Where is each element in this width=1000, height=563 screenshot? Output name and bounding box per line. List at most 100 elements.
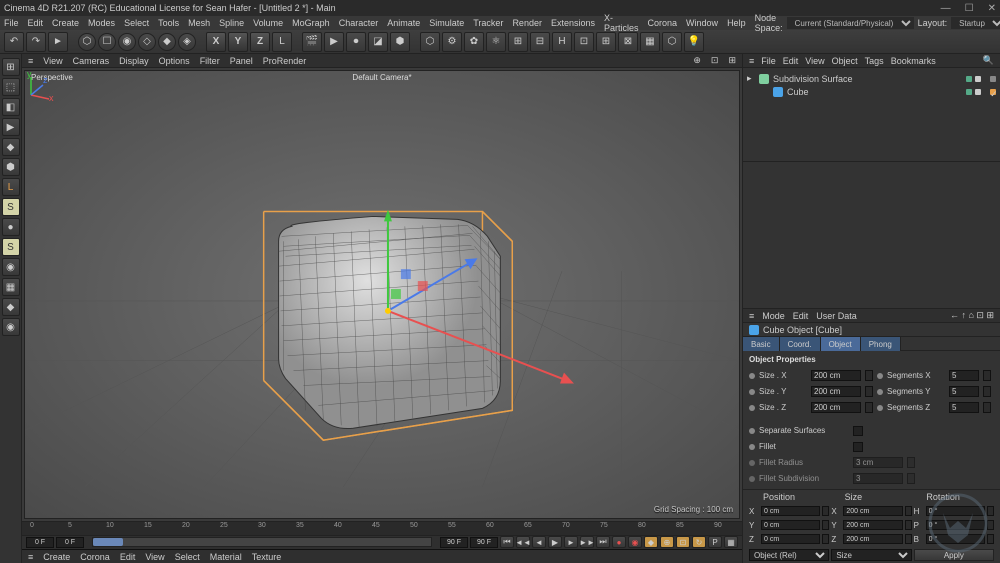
toolbar-btn-30[interactable]: 💡 [684, 32, 704, 52]
attr-menu-user-data[interactable]: User Data [816, 311, 857, 321]
left-tool-0[interactable]: ⊞ [2, 58, 20, 76]
goto-start-button[interactable]: ⏮ [500, 536, 514, 548]
vp-icon-2[interactable]: ⊡ [711, 55, 719, 66]
toolbar-btn-3[interactable]: ⬡ [78, 33, 96, 51]
tab-coord[interactable]: Coord. [780, 337, 821, 351]
bb-select[interactable]: Select [175, 552, 200, 562]
toolbar-btn-1[interactable]: ↷ [26, 32, 46, 52]
toolbar-btn-6[interactable]: ◇ [138, 33, 156, 51]
pos-y-input[interactable] [761, 520, 820, 530]
om-menu-icon[interactable]: ≡ [749, 56, 754, 66]
viewport[interactable]: Perspective Default Camera* Grid Spacing… [24, 70, 740, 519]
toolbar-btn-22[interactable]: ⊞ [508, 32, 528, 52]
vp-icon-1[interactable]: ⊕ [693, 55, 701, 66]
size-z-input[interactable] [811, 402, 861, 413]
tab-object[interactable]: Object [821, 337, 861, 351]
bb-create[interactable]: Create [43, 552, 70, 562]
minimize-button[interactable]: — [941, 3, 951, 14]
left-tool-7[interactable]: S [2, 198, 20, 216]
timeline-slider[interactable] [92, 537, 432, 547]
toolbar-btn-12[interactable]: L [272, 32, 292, 52]
key-rot-button[interactable]: ↻ [692, 536, 706, 548]
menu-animate[interactable]: Animate [387, 18, 420, 28]
size-x-coord-input[interactable] [843, 506, 902, 516]
timeline-current[interactable] [56, 537, 84, 548]
toolbar-btn-9[interactable]: X [206, 32, 226, 52]
toolbar-btn-26[interactable]: ⊞ [596, 32, 616, 52]
key-param-button[interactable]: P [708, 536, 722, 548]
record-button[interactable]: ● [612, 536, 626, 548]
toolbar-btn-11[interactable]: Z [250, 32, 270, 52]
toolbar-btn-4[interactable]: ☐ [98, 33, 116, 51]
tab-phong[interactable]: Phong [861, 337, 901, 351]
toolbar-btn-19[interactable]: ⚙ [442, 32, 462, 52]
size-y-input[interactable] [811, 386, 861, 397]
toolbar-btn-23[interactable]: ⊟ [530, 32, 550, 52]
menu-simulate[interactable]: Simulate [429, 18, 464, 28]
key-button[interactable]: ◆ [644, 536, 658, 548]
menu-corona[interactable]: Corona [648, 18, 678, 28]
om-search-icon[interactable]: 🔍 [983, 55, 994, 66]
seg-x-input[interactable] [949, 370, 979, 381]
toolbar-btn-27[interactable]: ⊠ [618, 32, 638, 52]
om-menu-bookmarks[interactable]: Bookmarks [891, 56, 936, 66]
menu-x-particles[interactable]: X-Particles [604, 13, 639, 33]
timeline-end[interactable] [470, 537, 498, 548]
toolbar-btn-29[interactable]: ⬡ [662, 32, 682, 52]
vp-icon-3[interactable]: ⊞ [728, 55, 736, 66]
maximize-button[interactable]: ☐ [965, 3, 974, 14]
menu-select[interactable]: Select [124, 18, 149, 28]
menu-mesh[interactable]: Mesh [188, 18, 210, 28]
toolbar-btn-2[interactable]: ► [48, 32, 68, 52]
left-tool-8[interactable]: ● [2, 218, 20, 236]
menu-mograph[interactable]: MoGraph [292, 18, 330, 28]
attr-menu-icon[interactable]: ≡ [749, 311, 754, 321]
close-button[interactable]: ✕ [988, 3, 996, 14]
menu-file[interactable]: File [4, 18, 19, 28]
toolbar-btn-15[interactable]: ⏺ [346, 32, 366, 52]
om-menu-view[interactable]: View [805, 56, 824, 66]
toolbar-btn-10[interactable]: Y [228, 32, 248, 52]
bb-menu-icon[interactable]: ≡ [28, 552, 33, 562]
menu-volume[interactable]: Volume [253, 18, 283, 28]
attr-menu-mode[interactable]: Mode [762, 311, 785, 321]
left-tool-4[interactable]: ◆ [2, 138, 20, 156]
bb-texture[interactable]: Texture [252, 552, 282, 562]
menu-extensions[interactable]: Extensions [551, 18, 595, 28]
toolbar-btn-21[interactable]: ⚛ [486, 32, 506, 52]
toolbar-btn-0[interactable]: ↶ [4, 32, 24, 52]
menu-create[interactable]: Create [52, 18, 79, 28]
menu-window[interactable]: Window [686, 18, 718, 28]
next-frame-button[interactable]: ► [564, 536, 578, 548]
toolbar-btn-20[interactable]: ✿ [464, 32, 484, 52]
left-tool-6[interactable]: L [2, 178, 20, 196]
vp-menu-display[interactable]: Display [119, 56, 149, 66]
nodespace-select[interactable]: Current (Standard/Physical) [787, 17, 914, 29]
om-menu-tags[interactable]: Tags [865, 56, 884, 66]
object-manager[interactable]: ▸Subdivision SurfaceCube✓ [743, 68, 1000, 162]
vp-menu-cameras[interactable]: Cameras [73, 56, 110, 66]
layout-select[interactable]: Startup [951, 17, 1000, 29]
menu-edit[interactable]: Edit [28, 18, 44, 28]
menu-spline[interactable]: Spline [219, 18, 244, 28]
vp-menu-options[interactable]: Options [159, 56, 190, 66]
om-menu-file[interactable]: File [761, 56, 776, 66]
tab-basic[interactable]: Basic [743, 337, 780, 351]
vp-menu-icon[interactable]: ≡ [28, 56, 33, 66]
pos-z-input[interactable] [761, 534, 820, 544]
timeline-ruler[interactable]: 051015202530354045505560657075808590 [22, 522, 742, 536]
size-z-coord-input[interactable] [843, 534, 902, 544]
size-y-coord-input[interactable] [843, 520, 902, 530]
left-tool-10[interactable]: ◉ [2, 258, 20, 276]
seg-z-input[interactable] [949, 402, 979, 413]
autokey-button[interactable]: ◉ [628, 536, 642, 548]
bb-edit[interactable]: Edit [120, 552, 136, 562]
next-key-button[interactable]: ►► [580, 536, 594, 548]
seg-y-input[interactable] [949, 386, 979, 397]
left-tool-3[interactable]: ▶ [2, 118, 20, 136]
toolbar-btn-5[interactable]: ◉ [118, 33, 136, 51]
attr-menu-edit[interactable]: Edit [793, 311, 809, 321]
toolbar-btn-14[interactable]: ▶ [324, 32, 344, 52]
vp-menu-prorender[interactable]: ProRender [263, 56, 307, 66]
menu-character[interactable]: Character [339, 18, 379, 28]
